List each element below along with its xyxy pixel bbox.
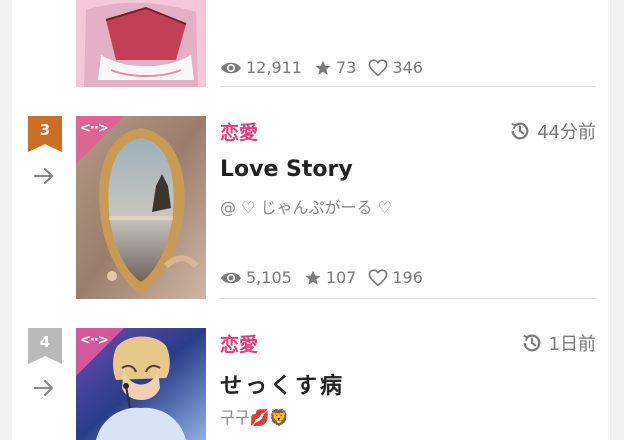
ranking-item-3[interactable]: 3 <··> 恋愛 44分前 Love Story @ ♡ じゃんぷがーる ♡ … bbox=[12, 110, 610, 300]
thumbnail[interactable]: <··> bbox=[76, 328, 206, 440]
ranking-item-2[interactable]: 12,911 73 346 bbox=[12, 0, 610, 90]
stats-row: 5,105 107 196 bbox=[220, 268, 435, 287]
author-name[interactable]: 구구💋🦁 bbox=[220, 404, 289, 428]
views-count: 5,105 bbox=[246, 268, 292, 287]
divider bbox=[220, 298, 596, 299]
code-icon: <··> bbox=[80, 121, 109, 136]
arrow-right-icon[interactable] bbox=[32, 376, 56, 400]
star-icon bbox=[315, 60, 331, 75]
heart-icon bbox=[368, 268, 388, 286]
genre-label[interactable]: 恋愛 bbox=[220, 330, 258, 357]
code-icon: <··> bbox=[80, 333, 109, 348]
eye-icon bbox=[221, 272, 241, 283]
stars-stat: 73 bbox=[314, 58, 356, 77]
thumbnail[interactable]: <··> bbox=[76, 116, 206, 299]
thumbnail-image bbox=[76, 0, 206, 87]
views-stat: 12,911 bbox=[220, 58, 302, 77]
stars-count: 73 bbox=[335, 58, 357, 77]
likes-stat[interactable]: 346 bbox=[368, 58, 423, 77]
stars-count: 107 bbox=[325, 268, 357, 287]
story-title[interactable]: Love Story bbox=[220, 157, 353, 182]
likes-count: 346 bbox=[392, 58, 423, 77]
clock-history-icon bbox=[522, 334, 540, 352]
stars-stat: 107 bbox=[304, 268, 357, 287]
views-stat: 5,105 bbox=[220, 268, 292, 287]
star-icon bbox=[305, 270, 321, 285]
views-count: 12,911 bbox=[246, 58, 302, 77]
likes-stat[interactable]: 196 bbox=[368, 268, 423, 287]
ranking-item-4[interactable]: 4 <··> 恋愛 1日前 せっくす病 구구💋🦁 bbox=[12, 322, 610, 440]
divider bbox=[220, 86, 596, 87]
heart-icon bbox=[368, 58, 388, 76]
updated-time: 1日前 bbox=[521, 330, 596, 356]
likes-count: 196 bbox=[392, 268, 423, 287]
rank-badge: 4 bbox=[28, 328, 62, 364]
stats-row: 12,911 73 346 bbox=[220, 58, 435, 77]
story-title[interactable]: せっくす病 bbox=[220, 368, 345, 400]
arrow-right-icon[interactable] bbox=[32, 164, 56, 188]
thumbnail[interactable] bbox=[76, 0, 206, 87]
rank-badge: 3 bbox=[28, 116, 62, 152]
ranking-card: 12,911 73 346 3 <··> 恋愛 44分前 Love Story … bbox=[12, 0, 610, 440]
author-name[interactable]: @ ♡ じゃんぷがーる ♡ bbox=[220, 194, 392, 218]
clock-history-icon bbox=[511, 122, 529, 140]
updated-time: 44分前 bbox=[509, 118, 596, 144]
eye-icon bbox=[221, 62, 241, 73]
genre-label[interactable]: 恋愛 bbox=[220, 118, 258, 145]
